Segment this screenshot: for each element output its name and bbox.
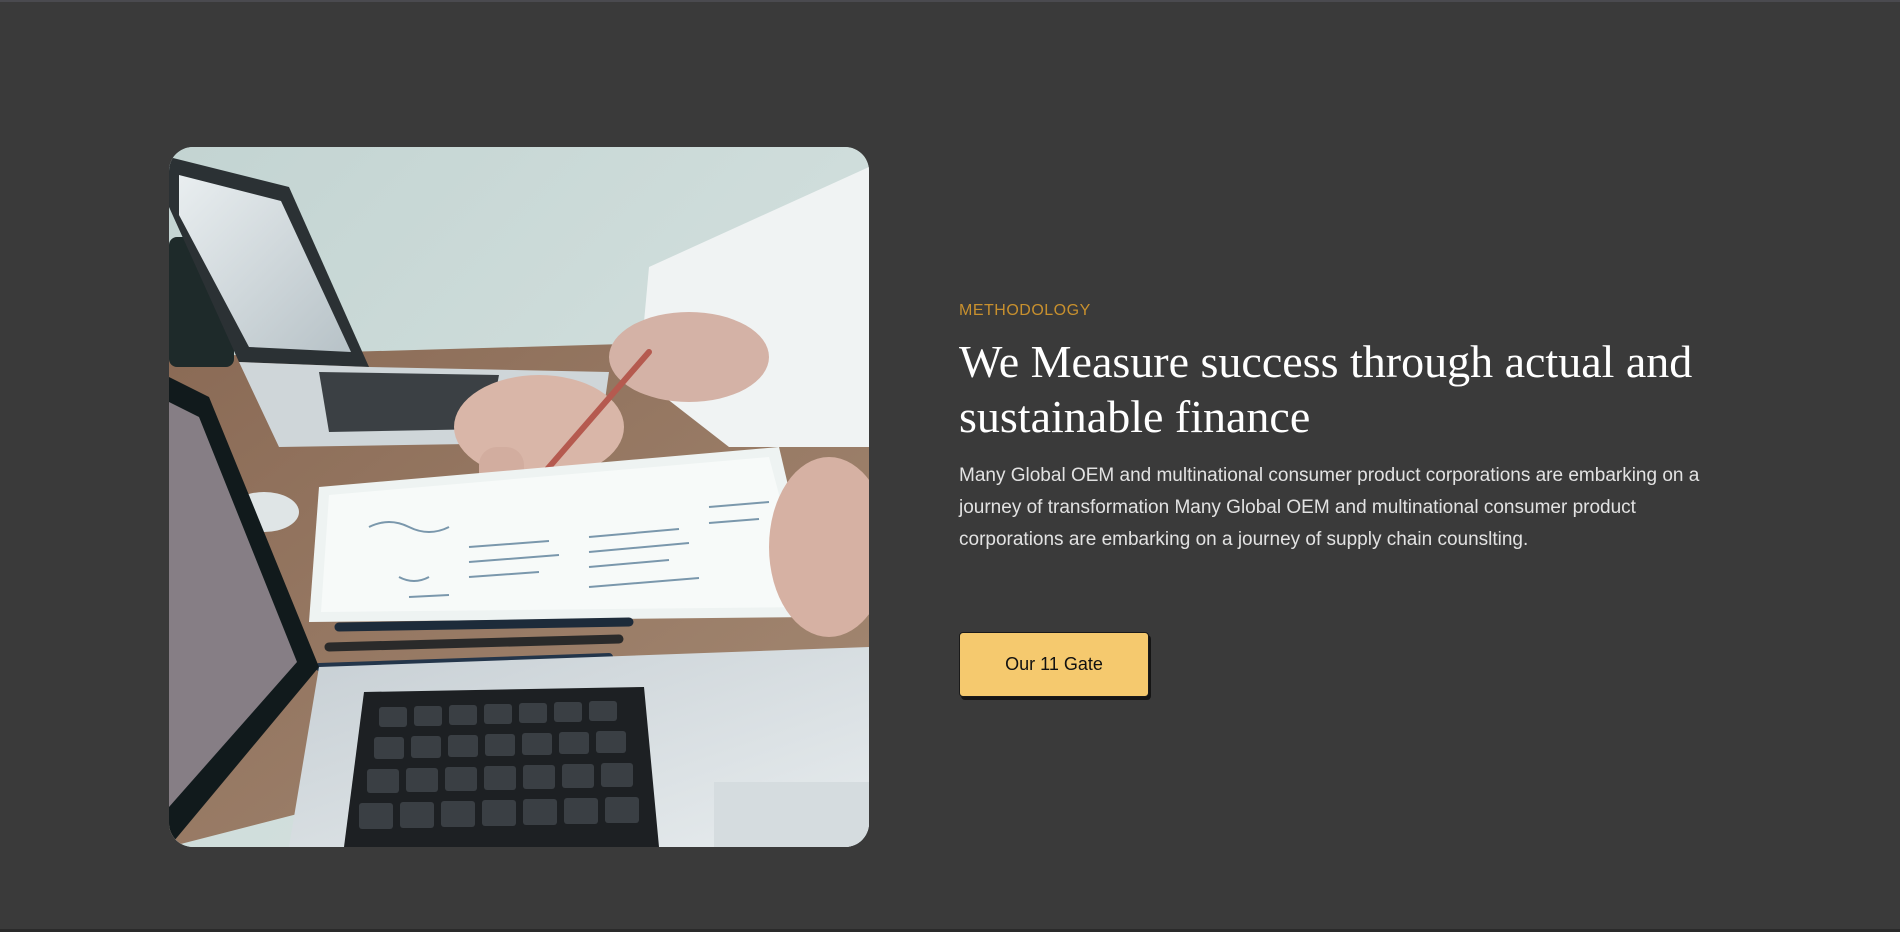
business-meeting-photo [169, 147, 869, 847]
our-11-gate-button[interactable]: Our 11 Gate [959, 632, 1149, 697]
methodology-section: METHODOLOGY We Measure success through a… [0, 0, 1900, 932]
section-eyebrow: METHODOLOGY [959, 302, 1091, 319]
section-heading: We Measure success through actual and su… [959, 336, 1693, 442]
methodology-content: METHODOLOGY We Measure success through a… [959, 302, 1739, 556]
section-description: Many Global OEM and multinational consum… [959, 465, 1700, 550]
